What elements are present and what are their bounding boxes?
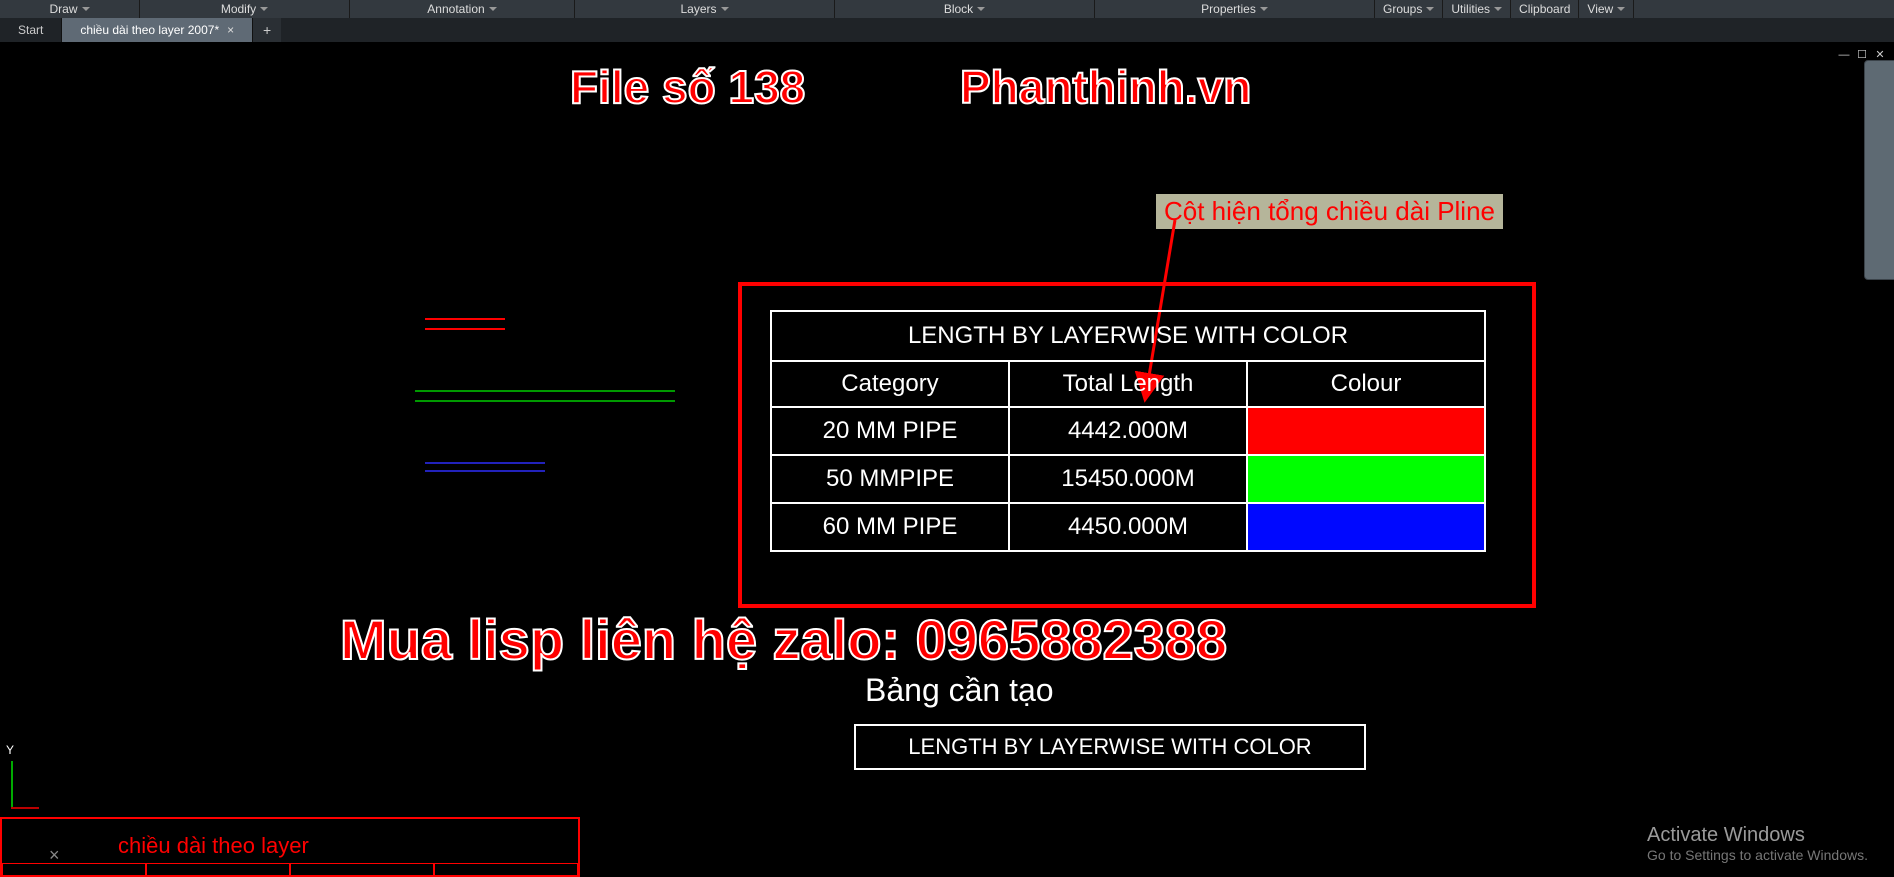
ribbon-panel-view[interactable]: View: [1579, 0, 1634, 18]
ribbon-label: Annotation: [427, 2, 484, 16]
minimize-button[interactable]: —: [1836, 48, 1852, 62]
table-title: LENGTH BY LAYERWISE WITH COLOR: [771, 311, 1485, 361]
ribbon-panel-block[interactable]: Block: [835, 0, 1095, 18]
ribbon-panel-properties[interactable]: Properties: [1095, 0, 1375, 18]
length-table: LENGTH BY LAYERWISE WITH COLOR Category …: [770, 310, 1486, 552]
ribbon-panel-annotation[interactable]: Annotation: [350, 0, 575, 18]
color-swatch-green: [1248, 456, 1484, 502]
ribbon-label: Block: [944, 2, 973, 16]
palette-divider: [2, 863, 578, 875]
ribbon-label: Properties: [1201, 2, 1256, 16]
navigation-bar[interactable]: [1864, 60, 1894, 280]
table-title-row: LENGTH BY LAYERWISE WITH COLOR: [855, 725, 1365, 769]
cell-length: 4442.000M: [1009, 407, 1247, 455]
command-palette-box[interactable]: × chiều dài theo layer: [0, 817, 580, 877]
ucs-y-label: Y: [6, 743, 14, 757]
watermark-line1: Activate Windows: [1647, 824, 1868, 847]
ribbon-panel-modify[interactable]: Modify: [140, 0, 350, 18]
header-category: Category: [771, 361, 1009, 407]
ucs-x-axis: [11, 807, 39, 809]
header-length: Total Length: [1009, 361, 1247, 407]
secondary-table-label: Bảng cần tạo: [865, 672, 1054, 709]
color-swatch-red: [1248, 408, 1484, 454]
command-palette-label: chiều dài theo layer: [118, 833, 309, 859]
tab-start[interactable]: Start: [0, 18, 62, 42]
drawing-canvas[interactable]: — ☐ ✕ File số 138 Phanthinh.vn Mua lisp …: [0, 42, 1894, 877]
overlay-title-left: File số 138: [570, 60, 805, 114]
ribbon-label: View: [1587, 2, 1613, 16]
ribbon-label: Draw: [49, 2, 77, 16]
ribbon-panel-clipboard[interactable]: Clipboard: [1511, 0, 1579, 18]
sample-polylines: [415, 318, 675, 532]
chevron-down-icon: [1617, 7, 1625, 11]
chevron-down-icon: [1494, 7, 1502, 11]
ribbon-label: Groups: [1383, 2, 1422, 16]
document-tab-bar: Start chiều dài theo layer 2007* × +: [0, 18, 1894, 42]
chevron-down-icon: [1260, 7, 1268, 11]
overlay-promo: Mua lisp liên hệ zalo: 0965882388: [340, 607, 1227, 672]
table-row: 60 MM PIPE 4450.000M: [771, 503, 1485, 551]
ribbon-panel-layers[interactable]: Layers: [575, 0, 835, 18]
table-title: LENGTH BY LAYERWISE WITH COLOR: [855, 725, 1365, 769]
chevron-down-icon: [260, 7, 268, 11]
cell-category: 20 MM PIPE: [771, 407, 1009, 455]
ribbon-label: Utilities: [1451, 2, 1490, 16]
polyline-red[interactable]: [425, 328, 505, 330]
new-tab-button[interactable]: +: [253, 18, 281, 42]
tab-label: Start: [18, 23, 43, 37]
polyline-blue[interactable]: [425, 462, 545, 464]
chevron-down-icon: [82, 7, 90, 11]
ribbon-panel-groups[interactable]: Groups: [1375, 0, 1443, 18]
ribbon-label: Modify: [221, 2, 256, 16]
length-table-secondary: LENGTH BY LAYERWISE WITH COLOR: [854, 724, 1366, 770]
table-row: 20 MM PIPE 4442.000M: [771, 407, 1485, 455]
ribbon-panel-utilities[interactable]: Utilities: [1443, 0, 1511, 18]
table-row: 50 MMPIPE 15450.000M: [771, 455, 1485, 503]
ucs-y-axis: [11, 761, 13, 809]
overlay-title-right: Phanthinh.vn: [960, 60, 1251, 114]
cell-length: 15450.000M: [1009, 455, 1247, 503]
cell-colour-swatch: [1247, 503, 1485, 551]
table-title-row: LENGTH BY LAYERWISE WITH COLOR: [771, 311, 1485, 361]
ribbon-label: Clipboard: [1519, 2, 1570, 16]
ribbon-panel-draw[interactable]: Draw: [0, 0, 140, 18]
close-icon[interactable]: ×: [227, 24, 234, 36]
cell-colour-swatch: [1247, 407, 1485, 455]
table-header-row: Category Total Length Colour: [771, 361, 1485, 407]
tab-label: chiều dài theo layer 2007*: [80, 23, 219, 37]
polyline-green[interactable]: [415, 400, 675, 402]
cell-colour-swatch: [1247, 455, 1485, 503]
polyline-green[interactable]: [415, 390, 675, 392]
chevron-down-icon: [1426, 7, 1434, 11]
ribbon-bar: Draw Modify Annotation Layers Block Prop…: [0, 0, 1894, 18]
cell-category: 60 MM PIPE: [771, 503, 1009, 551]
ribbon-label: Layers: [680, 2, 716, 16]
watermark-line2: Go to Settings to activate Windows.: [1647, 847, 1868, 863]
chevron-down-icon: [721, 7, 729, 11]
cell-category: 50 MMPIPE: [771, 455, 1009, 503]
tab-active-document[interactable]: chiều dài theo layer 2007* ×: [62, 18, 253, 42]
polyline-red[interactable]: [425, 318, 505, 320]
ucs-icon[interactable]: Y: [2, 749, 32, 809]
activate-windows-watermark: Activate Windows Go to Settings to activ…: [1647, 824, 1868, 863]
polyline-blue[interactable]: [425, 470, 545, 472]
color-swatch-blue: [1248, 504, 1484, 550]
cell-length: 4450.000M: [1009, 503, 1247, 551]
header-colour: Colour: [1247, 361, 1485, 407]
chevron-down-icon: [977, 7, 985, 11]
chevron-down-icon: [489, 7, 497, 11]
callout-label: Cột hiện tổng chiều dài Pline: [1156, 194, 1503, 229]
